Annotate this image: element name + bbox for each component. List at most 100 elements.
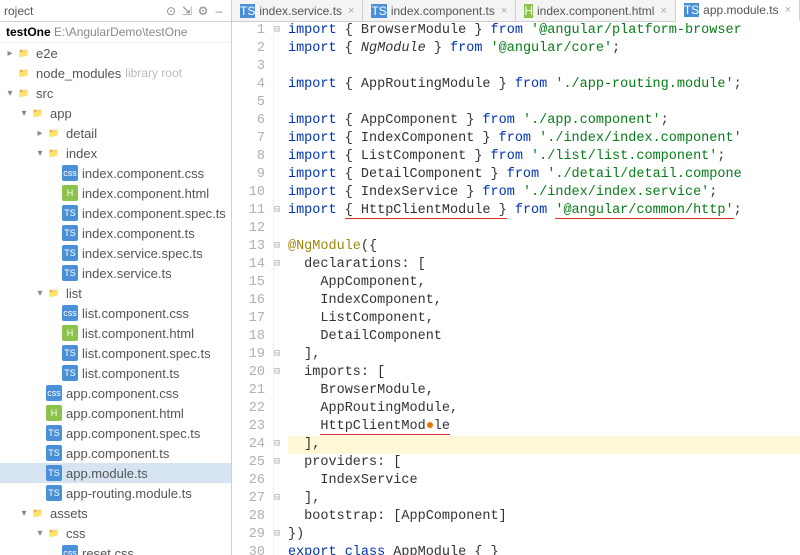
tree-item[interactable]: TSindex.component.spec.ts: [0, 203, 231, 223]
chevron-right-icon[interactable]: ▸: [34, 128, 46, 139]
tree-item[interactable]: Happ.component.html: [0, 403, 231, 423]
tree-item[interactable]: TSlist.component.ts: [0, 363, 231, 383]
tree-item[interactable]: ▸📁e2e: [0, 43, 231, 63]
fold-column[interactable]: ⊟⊟⊟⊟⊟⊟⊟⊟⊟⊟: [274, 22, 288, 555]
tree-item[interactable]: TSindex.service.ts: [0, 263, 231, 283]
line-number: 27: [232, 490, 265, 508]
line-number: 10: [232, 184, 265, 202]
tree-item-label: index.component.spec.ts: [82, 206, 226, 221]
code-line[interactable]: ListComponent,: [288, 310, 800, 328]
tree-item[interactable]: cssindex.component.css: [0, 163, 231, 183]
fold-marker[interactable]: ⊟: [274, 238, 288, 256]
code-line[interactable]: bootstrap: [AppComponent]: [288, 508, 800, 526]
chevron-down-icon[interactable]: ▾: [34, 288, 46, 299]
editor-tabs: TSindex.service.ts×TSindex.component.ts×…: [232, 0, 800, 22]
code-editor[interactable]: 1234567891011121314151617181920212223242…: [232, 22, 800, 555]
tree-item[interactable]: TSapp-routing.module.ts: [0, 483, 231, 503]
tree-item[interactable]: ▾📁assets: [0, 503, 231, 523]
code-line[interactable]: import { IndexComponent } from './index/…: [288, 130, 800, 148]
code-body[interactable]: import { BrowserModule } from '@angular/…: [288, 22, 800, 555]
code-line[interactable]: }): [288, 526, 800, 544]
code-line[interactable]: import { AppComponent } from './app.comp…: [288, 112, 800, 130]
code-line[interactable]: HttpClientModle: [288, 418, 800, 436]
code-line[interactable]: IndexComponent,: [288, 292, 800, 310]
tree-item[interactable]: cssapp.component.css: [0, 383, 231, 403]
tree-item[interactable]: ▾📁css: [0, 523, 231, 543]
code-line[interactable]: import { ListComponent } from './list/li…: [288, 148, 800, 166]
editor-tab[interactable]: TSindex.component.ts×: [363, 0, 516, 21]
tree-item[interactable]: TSapp.component.ts: [0, 443, 231, 463]
code-line[interactable]: ],: [288, 490, 800, 508]
editor-tab[interactable]: TSapp.module.ts×: [676, 0, 800, 22]
code-line[interactable]: imports: [: [288, 364, 800, 382]
code-line[interactable]: import { NgModule } from '@angular/core'…: [288, 40, 800, 58]
chevron-down-icon[interactable]: ▾: [18, 508, 30, 519]
line-number: 2: [232, 40, 265, 58]
tree-item[interactable]: ▾📁index: [0, 143, 231, 163]
code-line[interactable]: [288, 220, 800, 238]
code-line[interactable]: [288, 58, 800, 76]
fold-marker[interactable]: ⊟: [274, 202, 288, 220]
fold-marker[interactable]: ⊟: [274, 346, 288, 364]
code-line[interactable]: ],: [288, 436, 800, 454]
code-line[interactable]: import { BrowserModule } from '@angular/…: [288, 22, 800, 40]
tree-item-label: app.component.spec.ts: [66, 426, 200, 441]
fold-marker[interactable]: ⊟: [274, 364, 288, 382]
code-line[interactable]: providers: [: [288, 454, 800, 472]
code-line[interactable]: ],: [288, 346, 800, 364]
chevron-right-icon[interactable]: ▸: [4, 48, 16, 59]
minimize-icon[interactable]: –: [211, 4, 227, 18]
code-line[interactable]: BrowserModule,: [288, 382, 800, 400]
code-line[interactable]: IndexService: [288, 472, 800, 490]
tree-item[interactable]: ▾📁src: [0, 83, 231, 103]
editor-tab[interactable]: Hindex.component.html×: [516, 0, 676, 21]
tree-item[interactable]: TSapp.module.ts: [0, 463, 231, 483]
fold-marker[interactable]: ⊟: [274, 526, 288, 544]
target-icon[interactable]: ⊙: [163, 4, 179, 18]
collapse-icon[interactable]: ⇲: [179, 4, 195, 18]
close-icon[interactable]: ×: [501, 5, 507, 17]
tree-item[interactable]: ▾📁list: [0, 283, 231, 303]
code-line[interactable]: import { IndexService } from './index/in…: [288, 184, 800, 202]
tree-item[interactable]: TSindex.service.spec.ts: [0, 243, 231, 263]
tree-item[interactable]: TSlist.component.spec.ts: [0, 343, 231, 363]
fold-marker[interactable]: ⊟: [274, 256, 288, 274]
tree-item[interactable]: 📁node_moduleslibrary root: [0, 63, 231, 83]
fold-marker[interactable]: ⊟: [274, 22, 288, 40]
tree-item[interactable]: cssreset.css: [0, 543, 231, 555]
tree-item[interactable]: Hlist.component.html: [0, 323, 231, 343]
close-icon[interactable]: ×: [660, 5, 666, 17]
close-icon[interactable]: ×: [785, 4, 791, 16]
chevron-down-icon[interactable]: ▾: [18, 108, 30, 119]
fold-marker: [274, 418, 288, 436]
project-title: roject: [4, 4, 33, 18]
tree-item[interactable]: TSindex.component.ts: [0, 223, 231, 243]
fold-marker[interactable]: ⊟: [274, 454, 288, 472]
chevron-down-icon[interactable]: ▾: [34, 148, 46, 159]
tree-item[interactable]: ▸📁detail: [0, 123, 231, 143]
editor-tab[interactable]: TSindex.service.ts×: [232, 0, 363, 21]
tree-item[interactable]: csslist.component.css: [0, 303, 231, 323]
code-line[interactable]: import { DetailComponent } from './detai…: [288, 166, 800, 184]
code-line[interactable]: [288, 94, 800, 112]
code-line[interactable]: declarations: [: [288, 256, 800, 274]
code-line[interactable]: AppRoutingModule,: [288, 400, 800, 418]
code-line[interactable]: import { AppRoutingModule } from './app-…: [288, 76, 800, 94]
code-line[interactable]: DetailComponent: [288, 328, 800, 346]
close-icon[interactable]: ×: [348, 5, 354, 17]
fold-marker[interactable]: ⊟: [274, 490, 288, 508]
chevron-down-icon[interactable]: ▾: [34, 528, 46, 539]
chevron-down-icon[interactable]: ▾: [4, 88, 16, 99]
code-line[interactable]: import { HttpClientModule } from '@angul…: [288, 202, 800, 220]
tree-item[interactable]: Hindex.component.html: [0, 183, 231, 203]
breadcrumb[interactable]: testOne E:\AngularDemo\testOne: [0, 22, 231, 43]
fold-marker[interactable]: ⊟: [274, 436, 288, 454]
code-line[interactable]: AppComponent,: [288, 274, 800, 292]
code-line[interactable]: export class AppModule { }: [288, 544, 800, 555]
tree-item[interactable]: TSapp.component.spec.ts: [0, 423, 231, 443]
gear-icon[interactable]: ⚙: [195, 4, 211, 18]
tree-item-label: list.component.html: [82, 326, 194, 341]
tree-item[interactable]: ▾📁app: [0, 103, 231, 123]
code-line[interactable]: @NgModule({: [288, 238, 800, 256]
project-tree[interactable]: ▸📁e2e📁node_moduleslibrary root▾📁src▾📁app…: [0, 43, 231, 555]
